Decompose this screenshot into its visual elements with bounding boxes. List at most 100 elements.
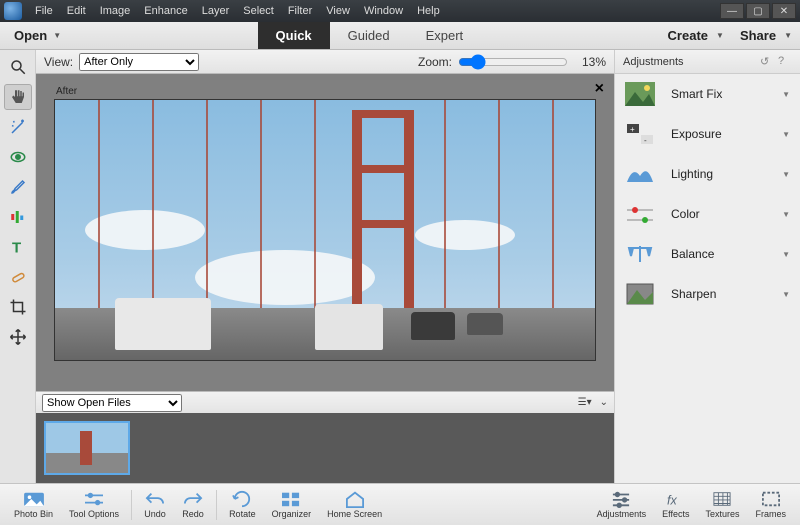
svg-text:T: T	[12, 239, 21, 256]
app-logo	[4, 2, 22, 20]
view-select[interactable]: After Only	[79, 53, 199, 71]
tool-smart-brush[interactable]	[4, 204, 32, 230]
zoom-slider[interactable]	[458, 54, 568, 70]
chevron-down-icon: ▼	[784, 31, 792, 40]
workspace: View: After Only Zoom: 13% × After Show …	[36, 50, 614, 483]
adj-label: Sharpen	[671, 287, 782, 301]
undo-button[interactable]: Undo	[136, 490, 174, 519]
bin-bar: Show Open Files ☰▾ ⌄	[36, 391, 614, 413]
chevron-down-icon: ▼	[782, 90, 790, 99]
menu-edit[interactable]: Edit	[60, 5, 93, 17]
zoom-label: Zoom:	[418, 55, 452, 69]
menu-help[interactable]: Help	[410, 5, 447, 17]
chevron-down-icon: ▼	[782, 170, 790, 179]
bottom-toolbar: Photo Bin Tool Options Undo Redo Rotate …	[0, 483, 800, 525]
smart-fix-icon	[625, 82, 655, 106]
menu-file[interactable]: File	[28, 5, 60, 17]
color-icon	[625, 202, 655, 226]
window-close-button[interactable]: ✕	[772, 3, 796, 19]
menu-filter[interactable]: Filter	[281, 5, 319, 17]
svg-text:fx: fx	[667, 493, 677, 507]
menu-window[interactable]: Window	[357, 5, 410, 17]
menu-image[interactable]: Image	[93, 5, 138, 17]
adj-balance[interactable]: Balance▼	[615, 234, 800, 274]
lighting-icon	[625, 162, 655, 186]
bin-view-select[interactable]: Show Open Files	[42, 394, 182, 412]
chevron-down-icon: ▼	[782, 290, 790, 299]
adj-label: Color	[671, 207, 782, 221]
adj-smart-fix[interactable]: Smart Fix▼	[615, 74, 800, 114]
share-menu-button[interactable]: Share	[736, 28, 780, 43]
exposure-icon: +-	[625, 122, 655, 146]
window-maximize-button[interactable]: ▢	[746, 3, 770, 19]
tab-quick[interactable]: Quick	[258, 22, 330, 49]
create-menu-button[interactable]: Create	[664, 28, 712, 43]
open-label: Open	[14, 28, 47, 43]
home-screen-button[interactable]: Home Screen	[319, 490, 390, 519]
menu-enhance[interactable]: Enhance	[137, 5, 194, 17]
view-label: View:	[44, 55, 73, 69]
sharpen-icon	[625, 282, 655, 306]
tool-move[interactable]	[4, 324, 32, 350]
svg-text:-: -	[644, 136, 647, 145]
photo-bin	[36, 413, 614, 483]
svg-text:+: +	[630, 125, 635, 134]
canvas-area: × After	[36, 74, 614, 391]
thumbnail[interactable]	[44, 421, 130, 475]
window-minimize-button[interactable]: —	[720, 3, 744, 19]
image-canvas[interactable]	[54, 99, 596, 361]
tool-strip: T	[0, 50, 36, 483]
tool-crop[interactable]	[4, 294, 32, 320]
tool-text[interactable]: T	[4, 234, 32, 260]
menu-layer[interactable]: Layer	[195, 5, 237, 17]
tool-options-button[interactable]: Tool Options	[61, 490, 127, 519]
adj-color[interactable]: Color▼	[615, 194, 800, 234]
adj-exposure[interactable]: +- Exposure▼	[615, 114, 800, 154]
chevron-down-icon: ▼	[782, 130, 790, 139]
rotate-button[interactable]: Rotate	[221, 490, 264, 519]
chevron-down-icon: ▼	[53, 31, 61, 40]
after-label: After	[56, 86, 596, 97]
tool-magic-wand[interactable]	[4, 114, 32, 140]
adjustments-tab-button[interactable]: Adjustments	[589, 490, 655, 519]
mode-bar: Open ▼ Quick Guided Expert Create ▼ Shar…	[0, 22, 800, 50]
chevron-down-icon: ▼	[782, 250, 790, 259]
bridge-tower	[352, 110, 414, 310]
panel-title: Adjustments	[623, 56, 684, 68]
reset-icon[interactable]: ↺	[760, 55, 774, 69]
tab-expert[interactable]: Expert	[408, 22, 482, 49]
bin-collapse-icon[interactable]: ⌄	[600, 397, 608, 408]
adj-label: Balance	[671, 247, 782, 261]
close-document-button[interactable]: ×	[595, 80, 604, 98]
tool-zoom[interactable]	[4, 54, 32, 80]
adj-sharpen[interactable]: Sharpen▼	[615, 274, 800, 314]
tool-hand[interactable]	[4, 84, 32, 110]
adj-label: Exposure	[671, 127, 782, 141]
menu-select[interactable]: Select	[236, 5, 281, 17]
bin-list-icon[interactable]: ☰▾	[578, 397, 592, 408]
zoom-value: 13%	[574, 55, 606, 69]
redo-button[interactable]: Redo	[174, 490, 212, 519]
options-bar: View: After Only Zoom: 13%	[36, 50, 614, 74]
adj-lighting[interactable]: Lighting▼	[615, 154, 800, 194]
adj-label: Smart Fix	[671, 87, 782, 101]
organizer-button[interactable]: Organizer	[264, 490, 320, 519]
balance-icon	[625, 242, 655, 266]
title-bar: File Edit Image Enhance Layer Select Fil…	[0, 0, 800, 22]
effects-tab-button[interactable]: fxEffects	[654, 490, 697, 519]
textures-tab-button[interactable]: Textures	[697, 490, 747, 519]
chevron-down-icon: ▼	[782, 210, 790, 219]
tool-brush[interactable]	[4, 174, 32, 200]
help-icon[interactable]: ?	[778, 55, 792, 69]
adjustments-panel: Adjustments ↺ ? Smart Fix▼ +- Exposure▼ …	[614, 50, 800, 483]
photo-bin-button[interactable]: Photo Bin	[6, 490, 61, 519]
tab-guided[interactable]: Guided	[330, 22, 408, 49]
tool-red-eye[interactable]	[4, 144, 32, 170]
frames-tab-button[interactable]: Frames	[747, 490, 794, 519]
menu-view[interactable]: View	[319, 5, 357, 17]
adj-label: Lighting	[671, 167, 782, 181]
open-menu-button[interactable]: Open ▼	[0, 22, 75, 49]
chevron-down-icon: ▼	[716, 31, 724, 40]
panel-header: Adjustments ↺ ?	[615, 50, 800, 74]
tool-spot-heal[interactable]	[4, 264, 32, 290]
